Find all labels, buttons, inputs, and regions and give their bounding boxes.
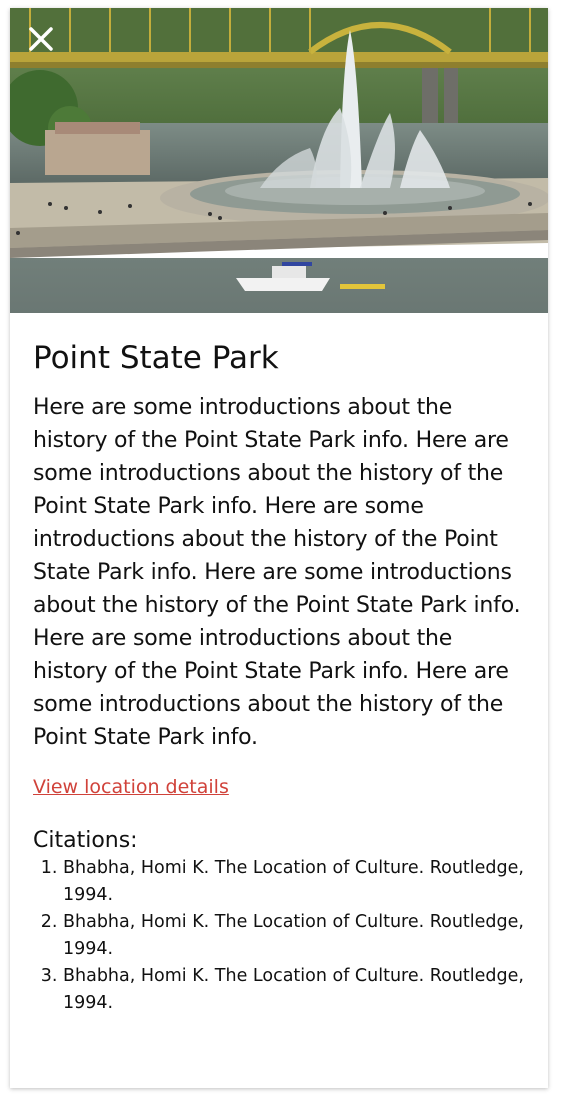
citations-heading: Citations:: [33, 828, 138, 853]
location-description: Here are some introductions about the hi…: [33, 395, 521, 750]
location-title: Point State Park: [33, 340, 279, 376]
close-button[interactable]: [26, 24, 56, 54]
citation-item: Bhabha, Homi K. The Location of Culture.…: [63, 963, 525, 1017]
location-content: Point State Park Here are some introduct…: [10, 313, 548, 1017]
location-hero-image: [10, 8, 548, 313]
close-icon: [29, 27, 53, 51]
citation-item: Bhabha, Homi K. The Location of Culture.…: [63, 909, 525, 963]
citations-list: Bhabha, Homi K. The Location of Culture.…: [33, 855, 525, 1017]
citation-item: Bhabha, Homi K. The Location of Culture.…: [63, 855, 525, 909]
view-location-details-link[interactable]: View location details: [33, 776, 229, 798]
fountain-photo: [10, 8, 548, 313]
location-card: Point State Park Here are some introduct…: [10, 8, 548, 1088]
